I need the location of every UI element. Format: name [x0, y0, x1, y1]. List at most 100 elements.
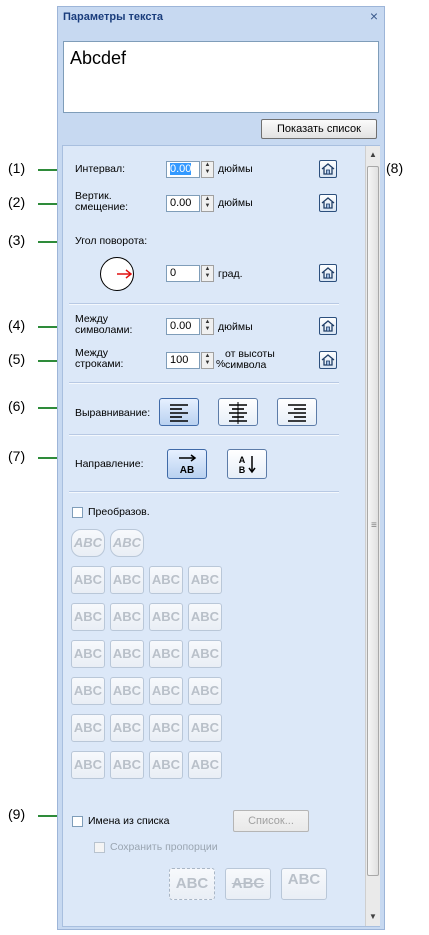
name-style-1-button[interactable]: ABC — [169, 868, 215, 900]
callout-2: (2) — [8, 194, 26, 210]
scroll-up-icon[interactable]: ▲ — [366, 148, 380, 162]
transform-style-button[interactable]: ABC — [149, 677, 183, 705]
line-spacing-stepper[interactable]: ▲ ▼ — [201, 352, 214, 369]
direction-label: Направление: — [75, 458, 144, 470]
transform-style-button[interactable]: ABC — [149, 751, 183, 779]
svg-text:B: B — [239, 465, 246, 475]
spacing-stepper[interactable]: ▲ ▼ — [201, 161, 214, 178]
spacing-label: Интервал: — [75, 163, 126, 175]
horizontal-text-icon: AB — [179, 454, 197, 476]
names-from-list-checkbox[interactable] — [72, 816, 83, 827]
names-from-list-label: Имена из списка — [88, 815, 170, 827]
transform-style-button[interactable]: ABC — [110, 566, 144, 594]
keep-proportions-checkbox[interactable] — [94, 842, 105, 853]
separator — [69, 382, 339, 384]
name-style-2-button[interactable]: ABC — [225, 868, 271, 900]
vertical-offset-stepper[interactable]: ▲ ▼ — [201, 195, 214, 212]
rotation-dial[interactable] — [99, 256, 135, 292]
settings-scroll-area: ▲ ≡ ▼ Интервал: 0.00 ▲ ▼ дюймы Вертик. см… — [62, 145, 380, 927]
transform-style-button[interactable]: ABC — [110, 677, 144, 705]
transform-style-button[interactable]: ABC — [71, 603, 105, 631]
transform-style-button[interactable]: ABC — [71, 529, 105, 557]
rotation-reset-button[interactable] — [319, 264, 337, 282]
rotation-input[interactable]: 0 — [166, 265, 200, 282]
separator — [69, 434, 339, 436]
rotation-stepper[interactable]: ▲ ▼ — [201, 265, 214, 282]
home-icon — [321, 163, 335, 175]
spacing-unit: дюймы — [218, 163, 253, 175]
direction-vertical-button[interactable]: AB — [227, 449, 267, 479]
rotation-unit: град. — [218, 268, 243, 280]
separator — [69, 491, 339, 493]
separator — [69, 303, 339, 305]
close-icon[interactable]: × — [366, 8, 382, 24]
alignment-label: Выравнивание: — [75, 407, 151, 419]
transform-style-button[interactable]: ABC — [149, 566, 183, 594]
transform-style-button[interactable]: ABC — [188, 640, 222, 668]
keep-proportions-label: Сохранить пропорции — [110, 841, 218, 853]
line-spacing-input[interactable]: 100 — [166, 352, 200, 369]
list-button[interactable]: Список... — [233, 810, 309, 832]
spacing-input[interactable]: 0.00 — [166, 161, 200, 178]
char-spacing-input[interactable]: 0.00 — [166, 318, 200, 335]
scroll-down-icon[interactable]: ▼ — [366, 910, 380, 924]
vertical-text-icon: AB — [239, 455, 256, 475]
callout-4: (4) — [8, 317, 26, 333]
align-left-button[interactable] — [159, 398, 199, 426]
transform-style-button[interactable]: ABC — [149, 603, 183, 631]
callout-8: (8) — [386, 160, 404, 176]
char-spacing-label-line2: символами: — [75, 324, 133, 336]
line-spacing-unit-line2: символа — [225, 359, 267, 371]
align-left-icon — [170, 404, 188, 422]
transform-style-button[interactable]: ABC — [110, 529, 144, 557]
rotation-label: Угол поворота: — [75, 235, 148, 247]
transform-style-button[interactable]: ABC — [71, 714, 105, 742]
transform-style-button[interactable]: ABC — [71, 677, 105, 705]
char-spacing-reset-button[interactable] — [319, 317, 337, 335]
transform-style-button[interactable]: ABC — [149, 714, 183, 742]
panel-title: Параметры текста — [63, 11, 164, 23]
show-list-button[interactable]: Показать список — [261, 119, 377, 139]
char-spacing-stepper[interactable]: ▲ ▼ — [201, 318, 214, 335]
transform-style-button[interactable]: ABC — [188, 677, 222, 705]
spacing-reset-button[interactable] — [319, 160, 337, 178]
transform-checkbox[interactable] — [72, 507, 83, 518]
line-spacing-reset-button[interactable] — [319, 351, 337, 369]
transform-style-button[interactable]: ABC — [188, 714, 222, 742]
transform-style-button[interactable]: ABC — [71, 751, 105, 779]
scroll-grip-icon: ≡ — [371, 520, 377, 531]
transform-style-button[interactable]: ABC — [188, 603, 222, 631]
home-icon — [321, 197, 335, 209]
home-icon — [321, 354, 335, 366]
transform-style-grid: ABC ABC ABC ABC ABC ABC ABC ABC ABC ABC ABC ABC ABC A… — [71, 529, 321, 789]
callout-3: (3) — [8, 232, 26, 248]
transform-style-button[interactable]: ABC — [110, 714, 144, 742]
scroll-thumb[interactable]: ≡ — [367, 166, 379, 876]
text-preview: Abcdef — [63, 41, 379, 113]
line-spacing-pct: % — [216, 358, 226, 370]
callout-5: (5) — [8, 351, 26, 367]
transform-style-button[interactable]: ABC — [71, 566, 105, 594]
text-settings-panel: Параметры текста × Abcdef Показать списо… — [57, 6, 385, 930]
align-right-button[interactable] — [277, 398, 317, 426]
name-style-3-button[interactable]: ABC — [281, 868, 327, 900]
transform-label: Преобразов. — [88, 506, 150, 518]
transform-style-button[interactable]: ABC — [110, 603, 144, 631]
vertical-unit: дюймы — [218, 197, 253, 209]
transform-style-button[interactable]: ABC — [110, 751, 144, 779]
vertical-scrollbar[interactable]: ▲ ≡ ▼ — [365, 146, 380, 926]
callout-9: (9) — [8, 806, 26, 822]
line-spacing-label-line2: строками: — [75, 358, 124, 370]
transform-style-button[interactable]: ABC — [188, 751, 222, 779]
transform-style-button[interactable]: ABC — [110, 640, 144, 668]
transform-style-button[interactable]: ABC — [188, 566, 222, 594]
vertical-offset-input[interactable]: 0.00 — [166, 195, 200, 212]
align-center-button[interactable] — [218, 398, 258, 426]
callout-6: (6) — [8, 398, 26, 414]
transform-style-button[interactable]: ABC — [149, 640, 183, 668]
svg-text:AB: AB — [180, 465, 194, 476]
direction-horizontal-button[interactable]: AB — [167, 449, 207, 479]
align-center-icon — [229, 402, 247, 424]
transform-style-button[interactable]: ABC — [71, 640, 105, 668]
vertical-reset-button[interactable] — [319, 194, 337, 212]
